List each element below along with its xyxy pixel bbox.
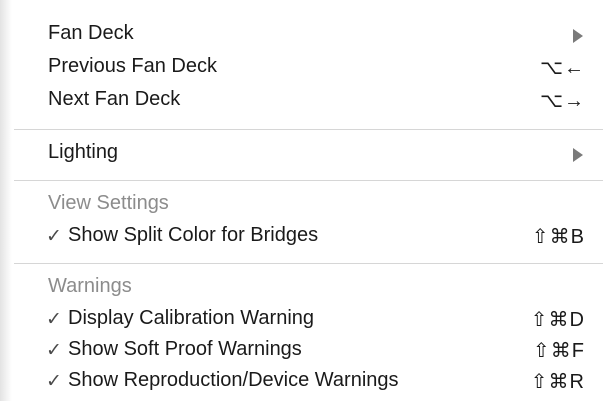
keyboard-shortcut: ⇧⌘R	[530, 371, 585, 393]
menu-separator	[14, 263, 603, 264]
submenu-arrow-icon	[573, 148, 583, 162]
menu-item-soft-proof-warnings[interactable]: ✓ Show Soft Proof Warnings ⇧⌘F	[0, 338, 603, 368]
submenu-arrow-icon	[573, 29, 583, 43]
checkmark-icon: ✓	[46, 340, 62, 361]
menu-separator	[14, 129, 603, 130]
menu-separator	[14, 180, 603, 181]
menu-item-reproduction-device-warnings[interactable]: ✓ Show Reproduction/Device Warnings ⇧⌘R	[0, 369, 603, 399]
menu-item-lighting[interactable]: Lighting	[0, 141, 603, 171]
menu-item-label: Show Reproduction/Device Warnings	[68, 369, 399, 391]
menu-item-label: Lighting	[48, 141, 119, 163]
menu-item-label: Show Split Color for Bridges	[68, 224, 319, 246]
menu-item-label: Previous Fan Deck	[48, 55, 217, 77]
menu-item-next-fan-deck[interactable]: Next Fan Deck ⌥→	[0, 88, 603, 118]
menu-item-label: Show Soft Proof Warnings	[68, 338, 302, 360]
menu-section-header-view-settings: View Settings	[48, 192, 169, 214]
context-menu: Fan Deck Previous Fan Deck ⌥← Next Fan D…	[0, 0, 603, 401]
checkmark-icon: ✓	[46, 309, 62, 330]
menu-item-label: Next Fan Deck	[48, 88, 181, 110]
keyboard-shortcut: ⇧⌘D	[530, 309, 585, 331]
menu-item-display-calibration-warning[interactable]: ✓ Display Calibration Warning ⇧⌘D	[0, 307, 603, 337]
menu-item-label: Display Calibration Warning	[68, 307, 315, 329]
keyboard-shortcut: ⌥←	[539, 57, 585, 79]
menu-item-show-split-color[interactable]: ✓ Show Split Color for Bridges ⇧⌘B	[0, 224, 603, 254]
checkmark-icon: ✓	[46, 226, 62, 247]
checkmark-icon: ✓	[46, 371, 62, 392]
menu-item-label: Fan Deck	[48, 22, 134, 44]
keyboard-shortcut: ⌥→	[539, 90, 585, 112]
keyboard-shortcut: ⇧⌘F	[533, 340, 585, 362]
keyboard-shortcut: ⇧⌘B	[531, 226, 585, 248]
menu-item-fan-deck[interactable]: Fan Deck	[0, 22, 603, 52]
menu-section-header-warnings: Warnings	[48, 275, 132, 297]
menu-item-previous-fan-deck[interactable]: Previous Fan Deck ⌥←	[0, 55, 603, 85]
